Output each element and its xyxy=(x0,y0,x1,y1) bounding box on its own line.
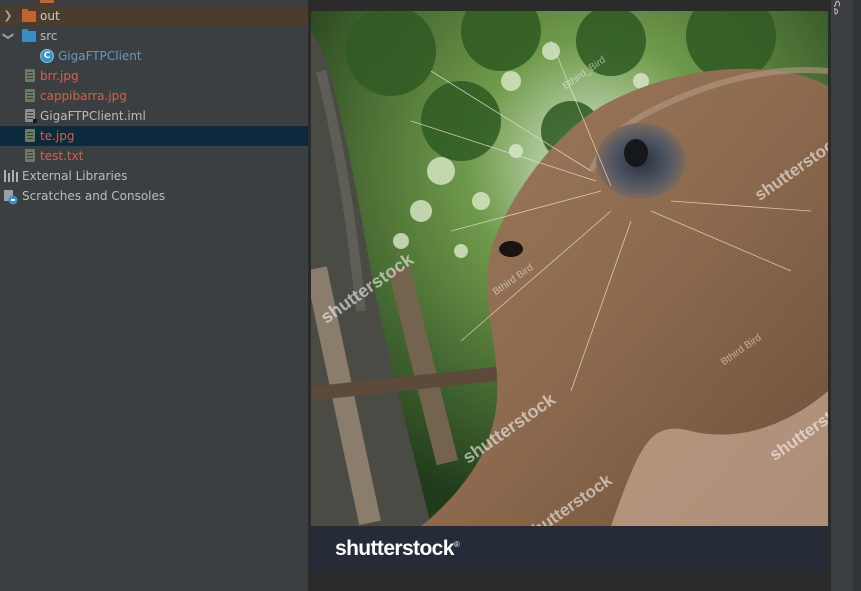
folder-icon xyxy=(22,9,36,22)
tree-item-class[interactable]: C GigaFTPClient xyxy=(0,46,308,66)
tree-item-src[interactable]: ❯ src xyxy=(0,26,308,46)
shutterstock-logo: shutterstock® xyxy=(335,537,460,560)
tree-item-label: GigaFTPClient.iml xyxy=(40,109,146,123)
tree-item-label: cappibarra.jpg xyxy=(40,89,127,103)
tree-item-label: External Libraries xyxy=(22,169,128,183)
tree-item-label: out xyxy=(40,9,60,23)
collapse-arrow-icon[interactable]: ❯ xyxy=(0,30,18,42)
tree-item-file[interactable]: brr.jpg xyxy=(0,66,308,86)
libraries-icon xyxy=(4,170,18,182)
tree-item-label: src xyxy=(40,29,58,43)
tree-item-file[interactable]: GigaFTPClient.iml xyxy=(0,106,308,126)
tree-item-label: test.txt xyxy=(40,149,84,163)
tree-item-file[interactable]: test.txt xyxy=(0,146,308,166)
tree-item-file[interactable]: cappibarra.jpg xyxy=(0,86,308,106)
scratches-icon xyxy=(3,189,18,205)
expand-arrow-icon[interactable]: ❯ xyxy=(2,6,14,26)
image-file-icon xyxy=(25,129,35,142)
brand-bar: shutterstock® xyxy=(311,526,828,572)
module-file-icon xyxy=(25,109,37,123)
tree-item-label: brr.jpg xyxy=(40,69,79,83)
tree-item-external-libraries[interactable]: External Libraries xyxy=(0,166,308,186)
image-file-icon xyxy=(25,69,35,82)
tree-item-label: GigaFTPClient xyxy=(58,49,142,63)
folder-icon xyxy=(40,0,54,3)
image-preview: Bthird_Bird shutterstock Bthird Bird shu… xyxy=(311,11,828,572)
tree-item-out[interactable]: ❯ out xyxy=(0,6,308,26)
tree-item-label: te.jpg xyxy=(40,129,75,143)
tree-item-label: Scratches and Consoles xyxy=(22,189,166,203)
java-class-icon: C xyxy=(40,49,54,63)
right-tool-tab[interactable]: Se xyxy=(834,0,842,15)
tree-item-scratches[interactable]: Scratches and Consoles xyxy=(0,186,308,206)
image-editor: Bthird_Bird shutterstock Bthird Bird shu… xyxy=(308,0,830,591)
project-tool-window: ❯ out ❯ src C GigaFTPClient brr.jpg capp… xyxy=(0,0,308,591)
image-file-icon xyxy=(25,89,35,102)
tree-item-file-selected[interactable]: te.jpg xyxy=(0,126,308,146)
source-folder-icon xyxy=(22,29,36,42)
text-file-icon xyxy=(25,149,35,162)
vertical-scrollbar[interactable] xyxy=(853,0,861,591)
